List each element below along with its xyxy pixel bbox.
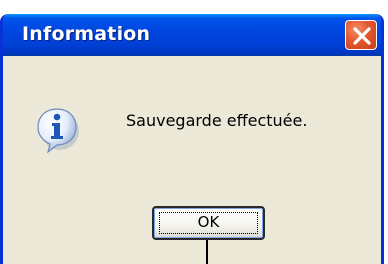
- screen: Information Sauvegarde effectuée. OK: [0, 0, 388, 264]
- text-cursor: [206, 240, 208, 264]
- ok-button-label: OK: [197, 213, 220, 231]
- dialog-body: Sauvegarde effectuée. OK: [3, 56, 381, 264]
- dialog-message: Sauvegarde effectuée.: [126, 111, 308, 130]
- title-bar[interactable]: Information: [3, 14, 381, 56]
- window-title: Information: [22, 23, 151, 45]
- message-dialog: Information Sauvegarde effectuée. OK: [0, 14, 384, 264]
- ok-button[interactable]: OK: [152, 206, 265, 240]
- close-icon: [353, 27, 371, 45]
- info-icon: [36, 106, 80, 154]
- close-button[interactable]: [345, 20, 377, 50]
